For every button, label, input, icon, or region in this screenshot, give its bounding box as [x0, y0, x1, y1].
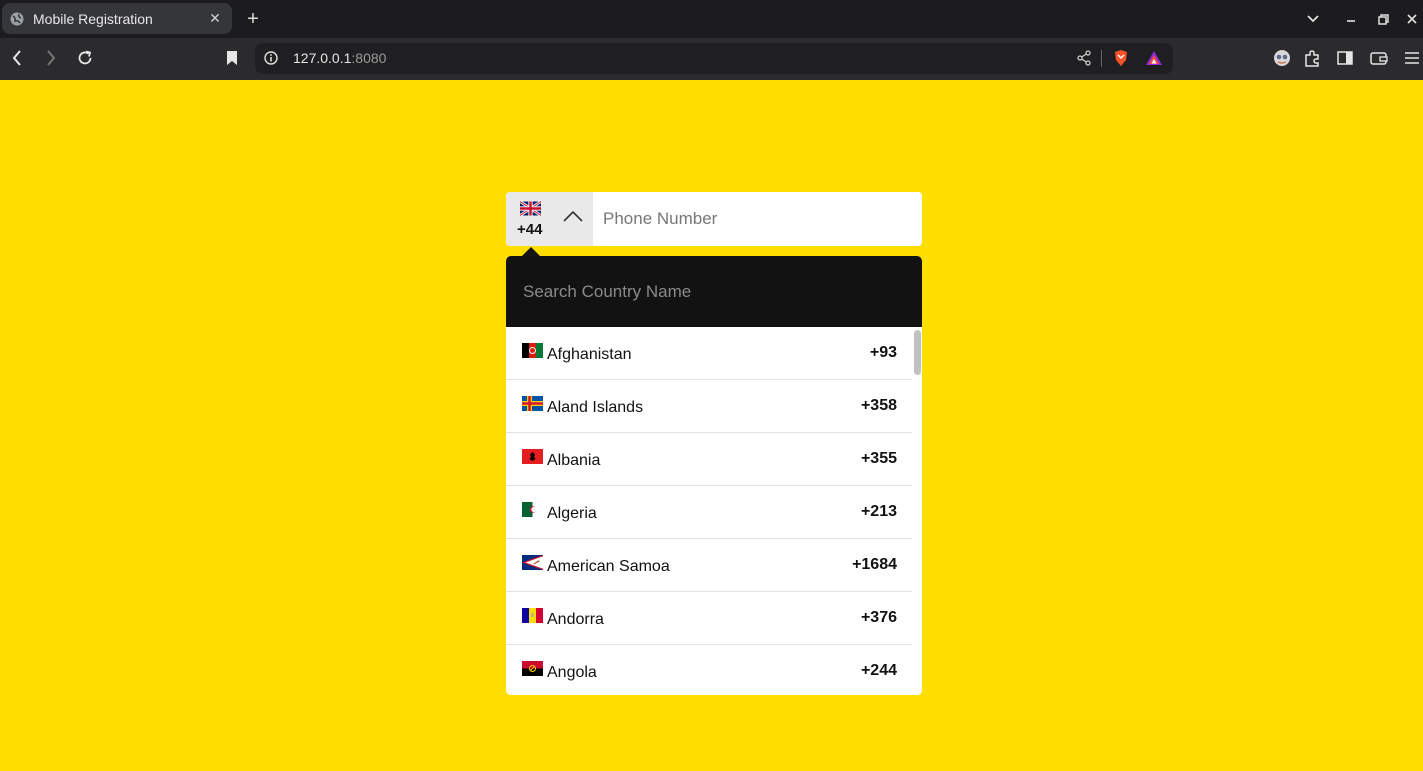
- country-option-afghanistan[interactable]: Afghanistan +93: [506, 327, 912, 380]
- country-name: Afghanistan: [547, 346, 632, 363]
- phone-number-field-group: +44: [506, 192, 922, 246]
- share-icon[interactable]: [1074, 48, 1094, 68]
- globe-icon: [10, 12, 24, 25]
- country-option-andorra[interactable]: Andorra +376: [506, 592, 912, 645]
- country-search-input[interactable]: [506, 256, 922, 327]
- close-window-icon[interactable]: [1402, 9, 1422, 29]
- country-dial-code: +376: [860, 609, 897, 626]
- country-option-algeria[interactable]: Algeria +213: [506, 486, 912, 539]
- country-name: Aland Islands: [547, 399, 644, 416]
- bookmark-icon[interactable]: [221, 47, 243, 69]
- address-bar[interactable]: 127.0.0.1:8080: [255, 43, 1173, 74]
- ax-flag-icon: [522, 396, 543, 411]
- tab-close-icon[interactable]: ✕: [208, 10, 222, 27]
- country-option-albania[interactable]: Albania +355: [506, 433, 912, 486]
- brave-rewards-icon[interactable]: [1144, 48, 1164, 68]
- restore-icon[interactable]: [1373, 9, 1393, 29]
- country-code-selector[interactable]: +44: [506, 192, 593, 246]
- url-port: :8080: [351, 50, 387, 66]
- tab-search-chevron-icon[interactable]: [1303, 9, 1323, 29]
- tab-strip: Mobile Registration ✕ +: [0, 0, 1423, 38]
- wallet-icon[interactable]: [1368, 47, 1390, 69]
- reload-icon[interactable]: [74, 47, 96, 69]
- extensions-puzzle-icon[interactable]: [1302, 47, 1324, 69]
- dz-flag-icon: [522, 502, 543, 517]
- country-list-scrollbar[interactable]: [912, 327, 922, 695]
- country-list: Afghanistan +93 Aland Islands +358 Alban…: [506, 327, 912, 695]
- sidebar-toggle-icon[interactable]: [1334, 47, 1356, 69]
- tab-title: Mobile Registration: [33, 10, 153, 27]
- country-name: Andorra: [547, 611, 604, 628]
- extension-avatar-icon[interactable]: [1271, 47, 1293, 69]
- country-name: Albania: [547, 452, 601, 469]
- country-dial-code: +213: [860, 503, 897, 520]
- chevron-up-icon: [563, 210, 583, 222]
- dropdown-pointer: [522, 247, 540, 256]
- country-option-american-samoa[interactable]: American Samoa +1684: [506, 539, 912, 592]
- omnibox-divider: [1101, 50, 1102, 67]
- country-dial-code: +93: [869, 344, 897, 361]
- back-icon[interactable]: [6, 47, 28, 69]
- country-search-box: [506, 256, 922, 327]
- browser-chrome: Mobile Registration ✕ + 127.0.0.1:8080: [0, 0, 1423, 80]
- phone-number-input[interactable]: [593, 192, 922, 246]
- brave-shields-icon[interactable]: [1111, 48, 1131, 68]
- country-dial-code: +355: [860, 450, 897, 467]
- country-dial-code: +1684: [852, 556, 897, 573]
- gb-flag-icon: [520, 201, 541, 216]
- country-name: American Samoa: [547, 558, 670, 575]
- country-list-scroll-thumb[interactable]: [914, 330, 921, 375]
- country-option-aland-islands[interactable]: Aland Islands +358: [506, 380, 912, 433]
- country-name: Angola: [547, 664, 597, 681]
- minimize-icon[interactable]: [1341, 9, 1361, 29]
- ao-flag-icon: [522, 661, 543, 676]
- menu-hamburger-icon[interactable]: [1401, 47, 1423, 69]
- country-name: Algeria: [547, 505, 597, 522]
- url-text[interactable]: 127.0.0.1:8080: [293, 50, 386, 66]
- forward-icon[interactable]: [40, 47, 62, 69]
- new-tab-icon[interactable]: +: [243, 7, 263, 31]
- country-option-angola[interactable]: Angola +244: [506, 645, 912, 695]
- country-dropdown: Afghanistan +93 Aland Islands +358 Alban…: [506, 256, 922, 695]
- browser-tab[interactable]: Mobile Registration ✕: [2, 3, 232, 34]
- selected-dial-code: +44: [517, 221, 543, 238]
- site-info-icon[interactable]: [261, 48, 281, 68]
- browser-toolbar: 127.0.0.1:8080: [0, 38, 1423, 80]
- al-flag-icon: [522, 449, 543, 464]
- country-dial-code: +358: [860, 397, 897, 414]
- ad-flag-icon: [522, 608, 543, 623]
- af-flag-icon: [522, 343, 543, 358]
- url-host: 127.0.0.1: [293, 50, 352, 66]
- as-flag-icon: [522, 555, 543, 570]
- country-dial-code: +244: [860, 662, 897, 679]
